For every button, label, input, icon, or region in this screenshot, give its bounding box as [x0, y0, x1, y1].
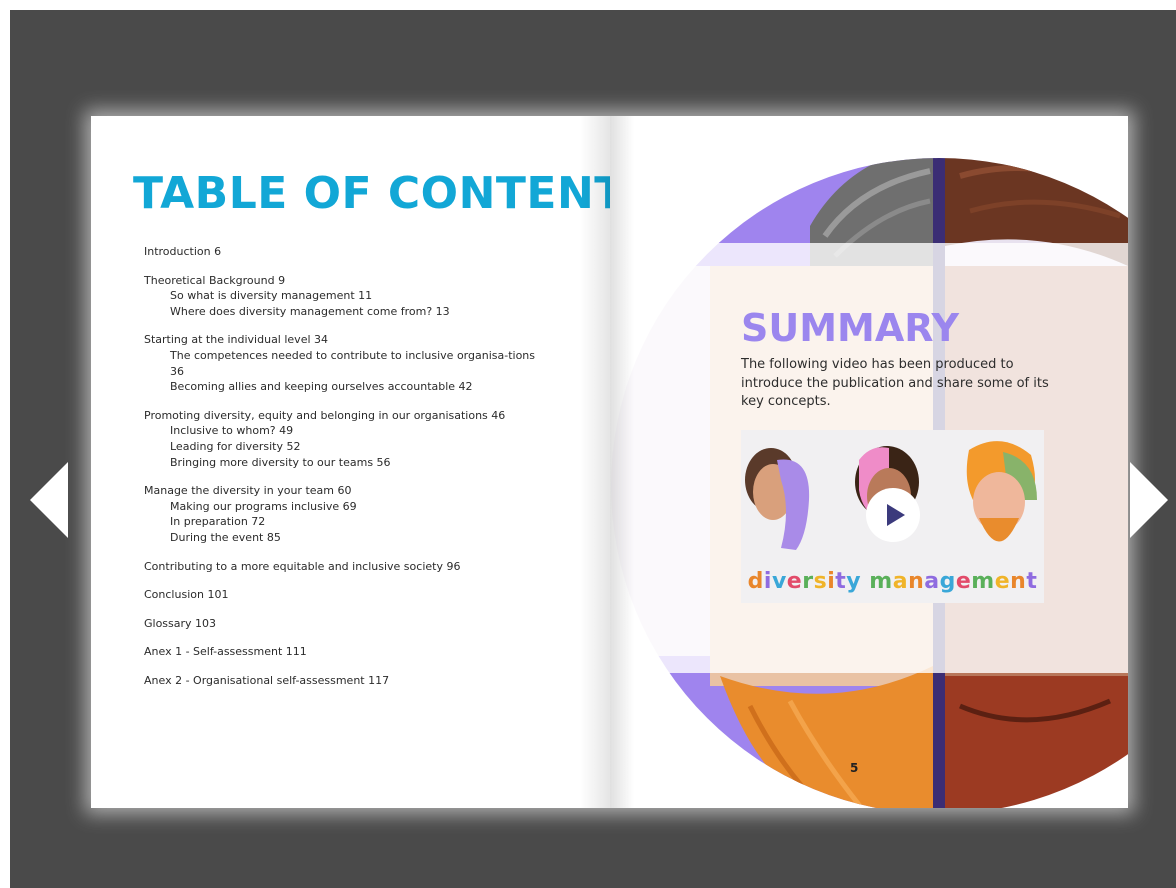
toc-entry[interactable]: Glossary 103 [144, 616, 584, 632]
video-caption-text: diversity management [747, 569, 1038, 594]
summary-text: The following video has been produced to… [741, 357, 1049, 409]
toc-subentry[interactable]: Becoming allies and keeping ourselves ac… [144, 379, 584, 395]
toc-entry[interactable]: Anex 1 - Self-assessment 111 [144, 644, 584, 660]
toc-section: Anex 2 - Organisational self-assessment … [144, 673, 584, 689]
toc-entry[interactable]: Conclusion 101 [144, 587, 584, 603]
flipbook-viewer: TABLE OF CONTENTS Introduction 6 Theoreti… [10, 10, 1176, 888]
toc-subentry[interactable]: During the event 85 [144, 530, 584, 546]
toc-subentry[interactable]: Where does diversity management come fro… [144, 304, 584, 320]
page-left[interactable]: TABLE OF CONTENTS Introduction 6 Theoreti… [91, 116, 610, 808]
toc-subentry[interactable]: Making our programs inclusive 69 [144, 499, 584, 515]
toc-subentry[interactable]: Leading for diversity 52 [144, 439, 584, 455]
toc-subentry[interactable]: So what is diversity management 11 [144, 288, 584, 304]
toc-entry[interactable]: Promoting diversity, equity and belongin… [144, 408, 584, 424]
toc-section: Anex 1 - Self-assessment 111 [144, 644, 584, 660]
page-right[interactable]: SUMMARY The following video has been pro… [610, 116, 1128, 808]
summary-title: SUMMARY [741, 306, 959, 350]
book-spread: TABLE OF CONTENTS Introduction 6 Theoreti… [91, 116, 1128, 808]
prev-page-button[interactable] [28, 460, 68, 540]
toc-entry[interactable]: Manage the diversity in your team 60 [144, 483, 584, 499]
play-icon [887, 504, 905, 526]
toc-entry[interactable]: Introduction 6 [144, 244, 584, 260]
toc-section: Contributing to a more equitable and inc… [144, 559, 584, 575]
toc-section: Manage the diversity in your team 60 Maki… [144, 483, 584, 545]
toc-section: Introduction 6 [144, 244, 584, 260]
toc-list: Introduction 6 Theoretical Background 9 So… [144, 244, 584, 701]
toc-subentry[interactable]: Inclusive to whom? 49 [144, 423, 584, 439]
arrow-right-icon [1130, 462, 1168, 538]
toc-entry[interactable]: Starting at the individual level 34 [144, 332, 584, 348]
toc-entry[interactable]: Theoretical Background 9 [144, 273, 584, 289]
toc-section: Promoting diversity, equity and belongin… [144, 408, 584, 470]
video-thumbnail[interactable]: diversity management [741, 430, 1044, 603]
page-number: 5 [850, 761, 859, 775]
toc-section: Conclusion 101 [144, 587, 584, 603]
toc-entry[interactable]: Anex 2 - Organisational self-assessment … [144, 673, 584, 689]
toc-section: Glossary 103 [144, 616, 584, 632]
play-button[interactable] [866, 488, 920, 542]
toc-entry[interactable]: Contributing to a more equitable and inc… [144, 559, 584, 575]
toc-subentry[interactable]: In preparation 72 [144, 514, 584, 530]
toc-title: TABLE OF CONTENTS [133, 168, 610, 219]
next-page-button[interactable] [1130, 460, 1170, 540]
toc-subentry[interactable]: The competences needed to contribute to … [144, 348, 584, 379]
arrow-left-icon [30, 462, 68, 538]
toc-subentry[interactable]: Bringing more diversity to our teams 56 [144, 455, 584, 471]
toc-section: Starting at the individual level 34 The c… [144, 332, 584, 394]
toc-section: Theoretical Background 9 So what is diver… [144, 273, 584, 320]
video-caption: diversity management [741, 569, 1044, 594]
